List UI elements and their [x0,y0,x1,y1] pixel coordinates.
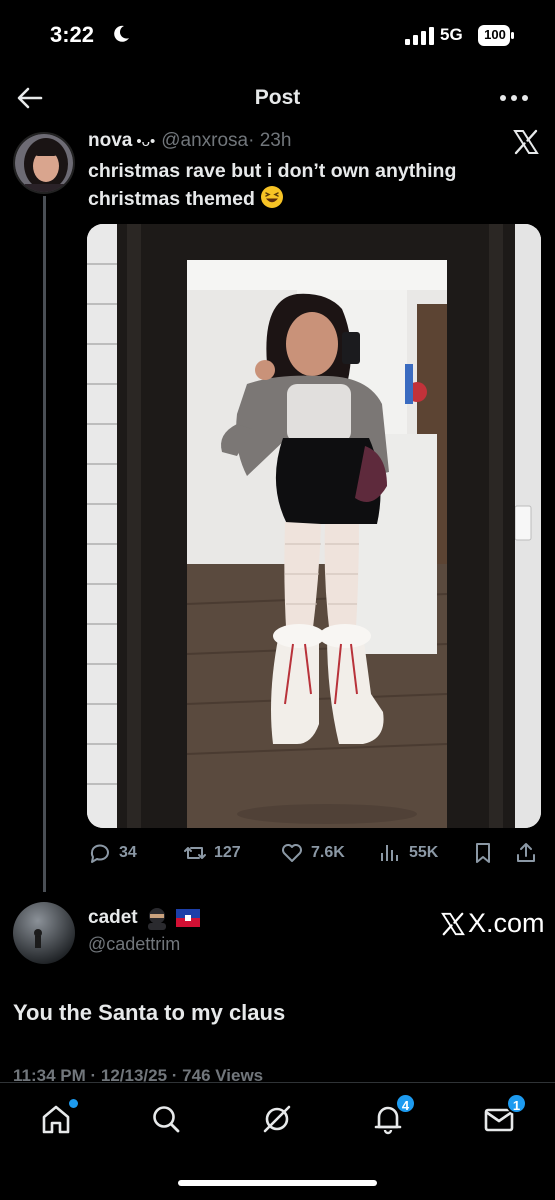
reply-author-row: cadet [88,906,200,930]
heart-icon [282,844,302,862]
avatar-photo [15,134,73,192]
source-label: X.com [468,908,545,938]
battery-level: 100 [484,27,506,42]
cellular-signal-icon [405,27,434,45]
notifications-badge: 4 [395,1093,416,1114]
reply-text: You the Santa to my claus [13,1000,286,1025]
author-name[interactable]: nova [88,130,132,151]
mirror-selfie-photo [87,224,541,828]
search-icon [153,1106,180,1133]
share-icon[interactable] [514,841,538,865]
nav-messages[interactable]: 1 [481,1093,527,1137]
repost-count: 127 [214,844,241,861]
reply-author-handle[interactable]: @cadettrim [88,934,180,955]
x-logo-icon [513,129,539,155]
post-actions: 34 127 7.6K 55K [88,838,543,868]
home-unread-dot [69,1099,78,1108]
like-action[interactable]: 7.6K [280,838,345,868]
reply-author-name[interactable]: cadet [88,907,138,929]
status-time: 3:22 [50,22,95,47]
grok-icon [263,1105,291,1133]
ninja-emoji-icon [147,908,166,930]
messages-badge: 1 [506,1093,527,1114]
page-title: Post [254,86,301,109]
repost-action[interactable]: 127 [183,838,241,868]
laughing-face-icon [261,186,284,208]
views-count: 55K [409,844,439,861]
author-handle[interactable]: @anxrosa [161,130,248,151]
thread-connector-line [43,196,46,892]
quoted-post-header: nova •ᴗ• @anxrosa· 23h [88,130,291,152]
nav-grok[interactable] [259,1101,295,1137]
reply-action[interactable]: 34 [88,838,137,868]
x-dot-com-watermark: X.com [440,908,545,939]
home-indicator[interactable] [178,1180,377,1186]
home-icon [42,1105,70,1134]
author-name-decoration: •ᴗ• [136,133,156,150]
network-type: 5G [440,25,463,44]
post-image[interactable] [87,224,541,828]
x-logo-icon [441,912,465,935]
like-count: 7.6K [311,844,345,861]
avatar[interactable] [13,902,75,964]
reply-count: 34 [119,844,137,861]
haiti-flag-icon [175,909,200,927]
nav-notifications[interactable]: 4 [370,1093,416,1137]
reply-bubble-icon [90,844,109,863]
nav-home[interactable] [38,1099,78,1137]
avatar-photo [13,902,75,964]
nav-search[interactable] [148,1101,184,1137]
views-chart-icon [381,845,398,861]
post-text: christmas rave but i don’t own anything … [88,157,528,213]
bookmark-icon[interactable] [471,841,495,865]
post-time: · 23h [248,130,292,151]
status-bar: 3:22 5G 100 [0,0,555,72]
do-not-disturb-moon-icon [114,25,129,42]
post-header: Post [0,74,555,124]
post-meta: 11:34 PM · 12/13/25 · 746 Views [13,1066,264,1082]
views-action[interactable]: 55K [378,838,438,868]
repost-icon [184,847,206,859]
more-options-icon[interactable] [498,86,530,110]
avatar[interactable] [13,132,75,194]
